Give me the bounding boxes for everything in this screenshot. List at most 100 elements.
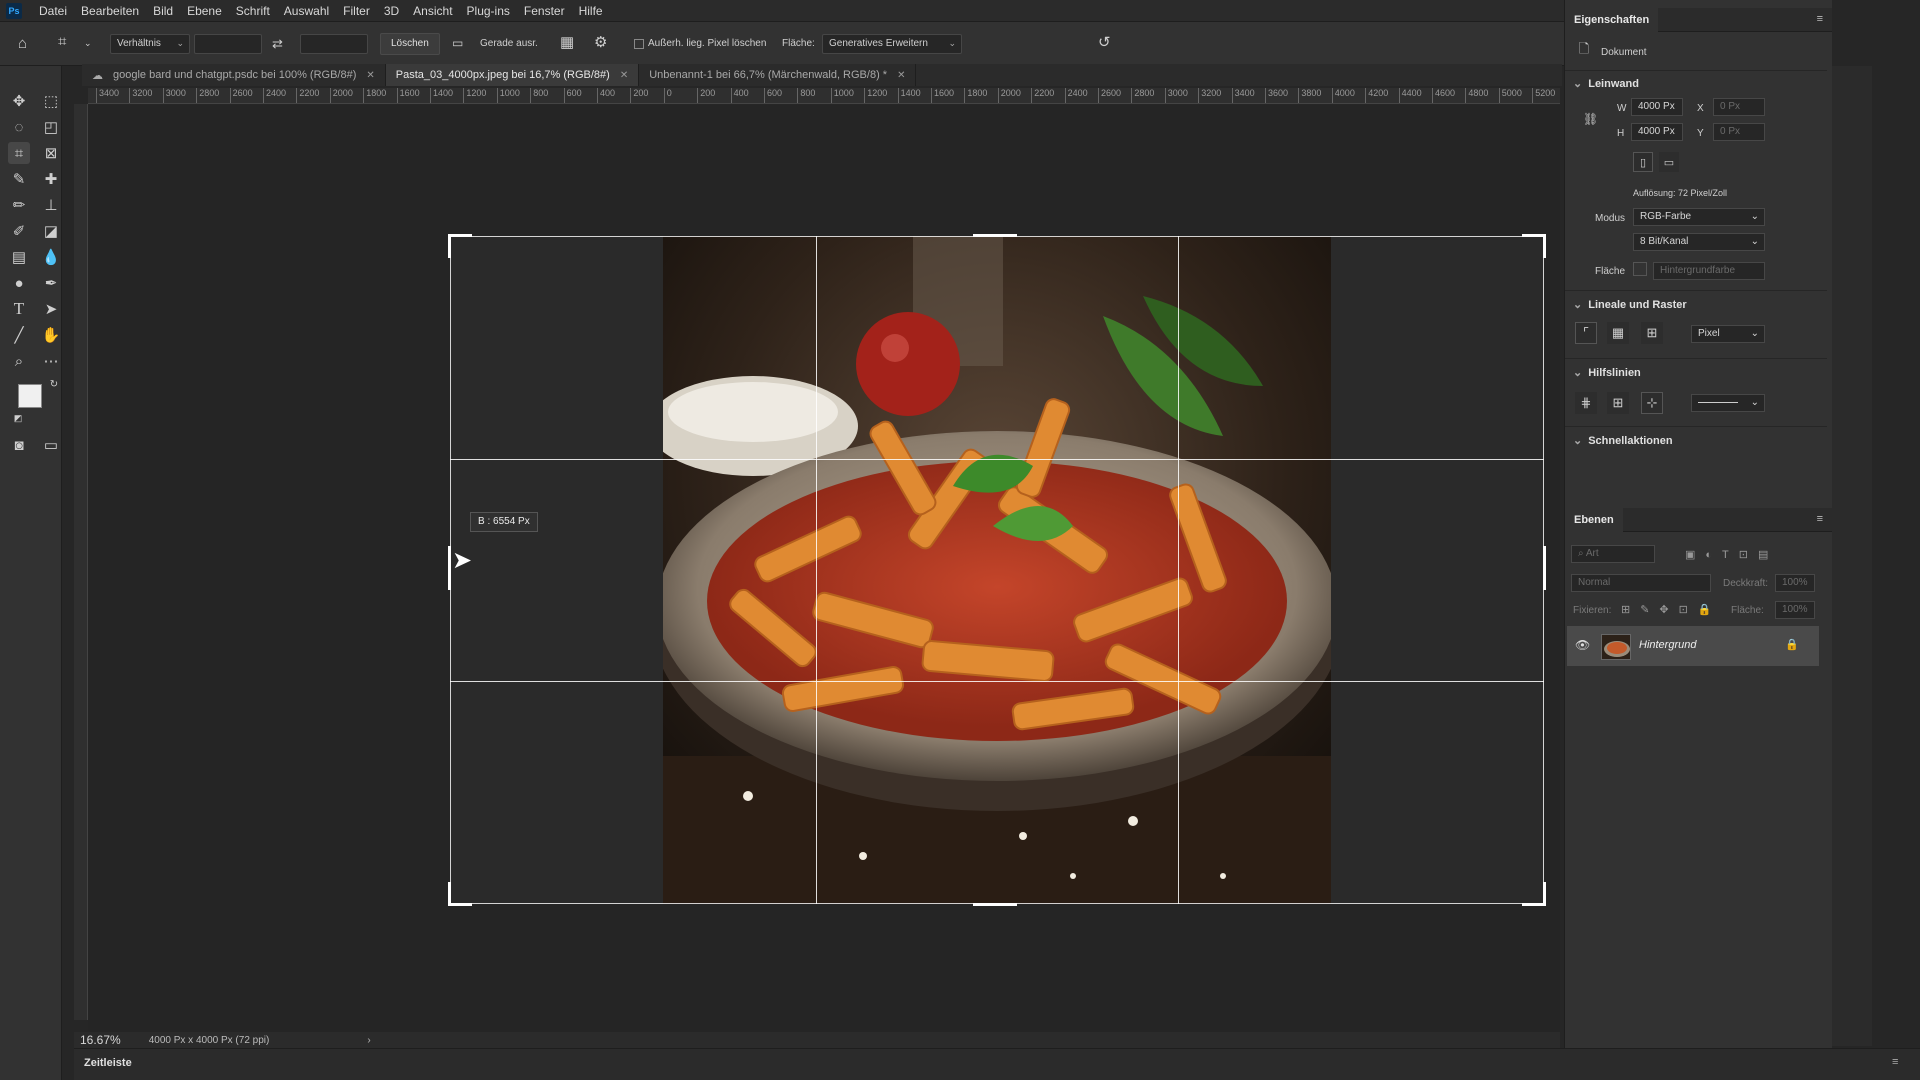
menu-hilfe[interactable]: Hilfe <box>572 4 610 18</box>
quick-mask-icon[interactable]: ◙ <box>8 434 30 456</box>
swap-icon[interactable]: ⇄ <box>272 36 283 51</box>
crop-handle-top[interactable] <box>973 234 1017 237</box>
grid-icon[interactable]: ▦ <box>1607 322 1629 344</box>
brush-tool-icon[interactable]: ✏ <box>8 194 30 216</box>
menu-auswahl[interactable]: Auswahl <box>277 4 336 18</box>
timeline-tab[interactable]: Zeitleiste <box>84 1057 132 1069</box>
object-selection-icon[interactable]: ◰ <box>40 116 62 138</box>
tab-google-bard[interactable]: ☁ google bard und chatgpt.psdc bei 100% … <box>82 64 386 86</box>
line-tool-icon[interactable]: ╱ <box>8 324 30 346</box>
reset-icon[interactable]: ↺ <box>1098 35 1111 50</box>
healing-brush-icon[interactable]: ✚ <box>40 168 62 190</box>
dock-menu-icon[interactable]: ≡ <box>1892 1056 1898 1068</box>
guide-style-dropdown[interactable]: ⌄ <box>1691 394 1765 412</box>
path-selection-icon[interactable]: ➤ <box>40 298 62 320</box>
landscape-icon[interactable]: ▭ <box>1659 152 1679 172</box>
portrait-icon[interactable]: ▯ <box>1633 152 1653 172</box>
menu-fenster[interactable]: Fenster <box>517 4 572 18</box>
menu-ansicht[interactable]: Ansicht <box>406 4 459 18</box>
eye-icon[interactable]: 👁 <box>1575 638 1590 652</box>
zoom-level[interactable]: 16.67% <box>80 1033 121 1047</box>
crop-handle-top-left[interactable] <box>448 234 451 258</box>
layer-fill-input[interactable]: 100% <box>1775 601 1815 619</box>
frame-tool-icon[interactable]: ⊠ <box>40 142 62 164</box>
layer-filter-icons[interactable]: ▣◐T⊡▤ <box>1685 548 1778 561</box>
tab-pasta[interactable]: Pasta_03_4000px.jpeg bei 16,7% (RGB/8#) … <box>385 64 640 86</box>
menu-bild[interactable]: Bild <box>146 4 180 18</box>
menu-3d[interactable]: 3D <box>377 4 406 18</box>
layer-filter-input[interactable]: ⌕ Art <box>1571 545 1655 563</box>
chevron-right-icon[interactable]: › <box>367 1035 370 1046</box>
tab-unbenannt[interactable]: Unbenannt-1 bei 66,7% (Märchenwald, RGB/… <box>639 64 917 86</box>
fill-dropdown[interactable]: Generatives Erweitern ⌄ <box>822 34 962 54</box>
crop-handle-bottom-left[interactable] <box>448 903 472 906</box>
straighten-icon[interactable]: ▭ <box>452 36 463 51</box>
lasso-tool-icon[interactable]: ◌ <box>8 116 30 138</box>
crop-handle-bottom-left[interactable] <box>448 882 451 906</box>
eyedropper-icon[interactable]: ✎ <box>8 168 30 190</box>
more-tools-icon[interactable]: ⋯ <box>40 350 62 372</box>
crop-handle-top-right[interactable] <box>1543 234 1546 258</box>
document-info[interactable]: 4000 Px x 4000 Px (72 ppi) <box>149 1035 270 1046</box>
pixel-grid-icon[interactable]: ⊞ <box>1641 322 1663 344</box>
panel-menu-icon[interactable]: ≡ <box>1817 13 1823 25</box>
crop-handle-bottom[interactable] <box>973 903 1017 906</box>
menu-datei[interactable]: Datei <box>32 4 74 18</box>
hand-tool-icon[interactable]: ✋ <box>40 324 62 346</box>
blend-mode-dropdown[interactable]: Normal <box>1571 574 1711 592</box>
layer-name[interactable]: Hintergrund <box>1639 639 1696 651</box>
ratio-dropdown[interactable]: Verhältnis ⌄ <box>110 34 190 54</box>
overlay-grid-icon[interactable]: ▦ <box>560 35 574 50</box>
crop-tool-icon[interactable]: ⌗ <box>8 142 30 164</box>
close-icon[interactable]: ✕ <box>366 70 374 81</box>
ruler-icon[interactable]: ⌜ <box>1575 322 1597 344</box>
screen-mode-icon[interactable]: ▭ <box>40 434 62 456</box>
foreground-color-swatch[interactable] <box>18 384 42 408</box>
close-icon[interactable]: ✕ <box>620 70 628 81</box>
move-tool-icon[interactable]: ✥ <box>8 90 30 112</box>
eraser-icon[interactable]: ◪ <box>40 220 62 242</box>
units-dropdown[interactable]: Pixel ⌄ <box>1691 325 1765 343</box>
section-quick-actions[interactable]: Schnellaktionen <box>1573 434 1672 447</box>
home-icon[interactable]: ⌂ <box>18 36 27 51</box>
swap-colors-icon[interactable]: ↻ <box>48 378 60 390</box>
chevron-down-icon[interactable]: ⌄ <box>84 36 92 51</box>
guides-icon[interactable]: ⋕ <box>1575 392 1597 414</box>
section-guides[interactable]: Hilfslinien <box>1573 366 1641 379</box>
depth-dropdown[interactable]: 8 Bit/Kanal ⌄ <box>1633 233 1765 251</box>
tab-properties[interactable]: Eigenschaften <box>1565 8 1659 32</box>
menu-bearbeiten[interactable]: Bearbeiten <box>74 4 146 18</box>
clone-stamp-icon[interactable]: ⊥ <box>40 194 62 216</box>
menu-ebene[interactable]: Ebene <box>180 4 229 18</box>
height-input[interactable]: 4000 Px <box>1631 123 1683 141</box>
history-brush-icon[interactable]: ✐ <box>8 220 30 242</box>
crop-handle-left[interactable] <box>448 546 451 590</box>
delete-button[interactable]: Löschen <box>380 33 440 55</box>
marquee-tool-icon[interactable]: ⬚ <box>40 90 62 112</box>
straighten-label[interactable]: Gerade ausr. <box>480 38 538 49</box>
guides-add-icon[interactable]: ⊹ <box>1641 392 1663 414</box>
crop-tool-preset-icon[interactable]: ⌗ <box>58 34 66 49</box>
guides-layout-icon[interactable]: ⊞ <box>1607 392 1629 414</box>
pen-tool-icon[interactable]: ✒ <box>40 272 62 294</box>
ratio-height-input[interactable] <box>300 34 368 54</box>
panel-menu-icon[interactable]: ≡ <box>1817 513 1823 525</box>
type-tool-icon[interactable]: T <box>8 298 30 320</box>
zoom-tool-icon[interactable]: ⌕ <box>8 350 30 372</box>
blur-tool-icon[interactable]: 💧 <box>40 246 62 268</box>
section-rulers-grid[interactable]: Lineale und Raster <box>1573 298 1686 311</box>
lock-icons[interactable]: ⊞✎✥⊡🔒 <box>1621 603 1722 616</box>
section-canvas[interactable]: Leinwand <box>1573 77 1639 90</box>
tab-layers[interactable]: Ebenen <box>1565 508 1623 532</box>
lock-icon[interactable]: 🔒 <box>1785 638 1799 651</box>
horizontal-ruler[interactable]: 3400 3200 3000 2800 2600 2400 2200 2000 1800 1600… <box>88 88 1560 104</box>
delete-outside-checkbox[interactable] <box>634 39 644 49</box>
gear-icon[interactable]: ⚙ <box>594 35 607 50</box>
menu-plugins[interactable]: Plug-ins <box>460 4 517 18</box>
close-icon[interactable]: ✕ <box>897 70 905 81</box>
menu-schrift[interactable]: Schrift <box>229 4 277 18</box>
dodge-tool-icon[interactable]: ● <box>8 272 30 294</box>
crop-handle-right[interactable] <box>1543 546 1546 590</box>
link-icon[interactable]: ⛓ <box>1583 112 1598 127</box>
fill-swatch[interactable] <box>1633 262 1647 276</box>
